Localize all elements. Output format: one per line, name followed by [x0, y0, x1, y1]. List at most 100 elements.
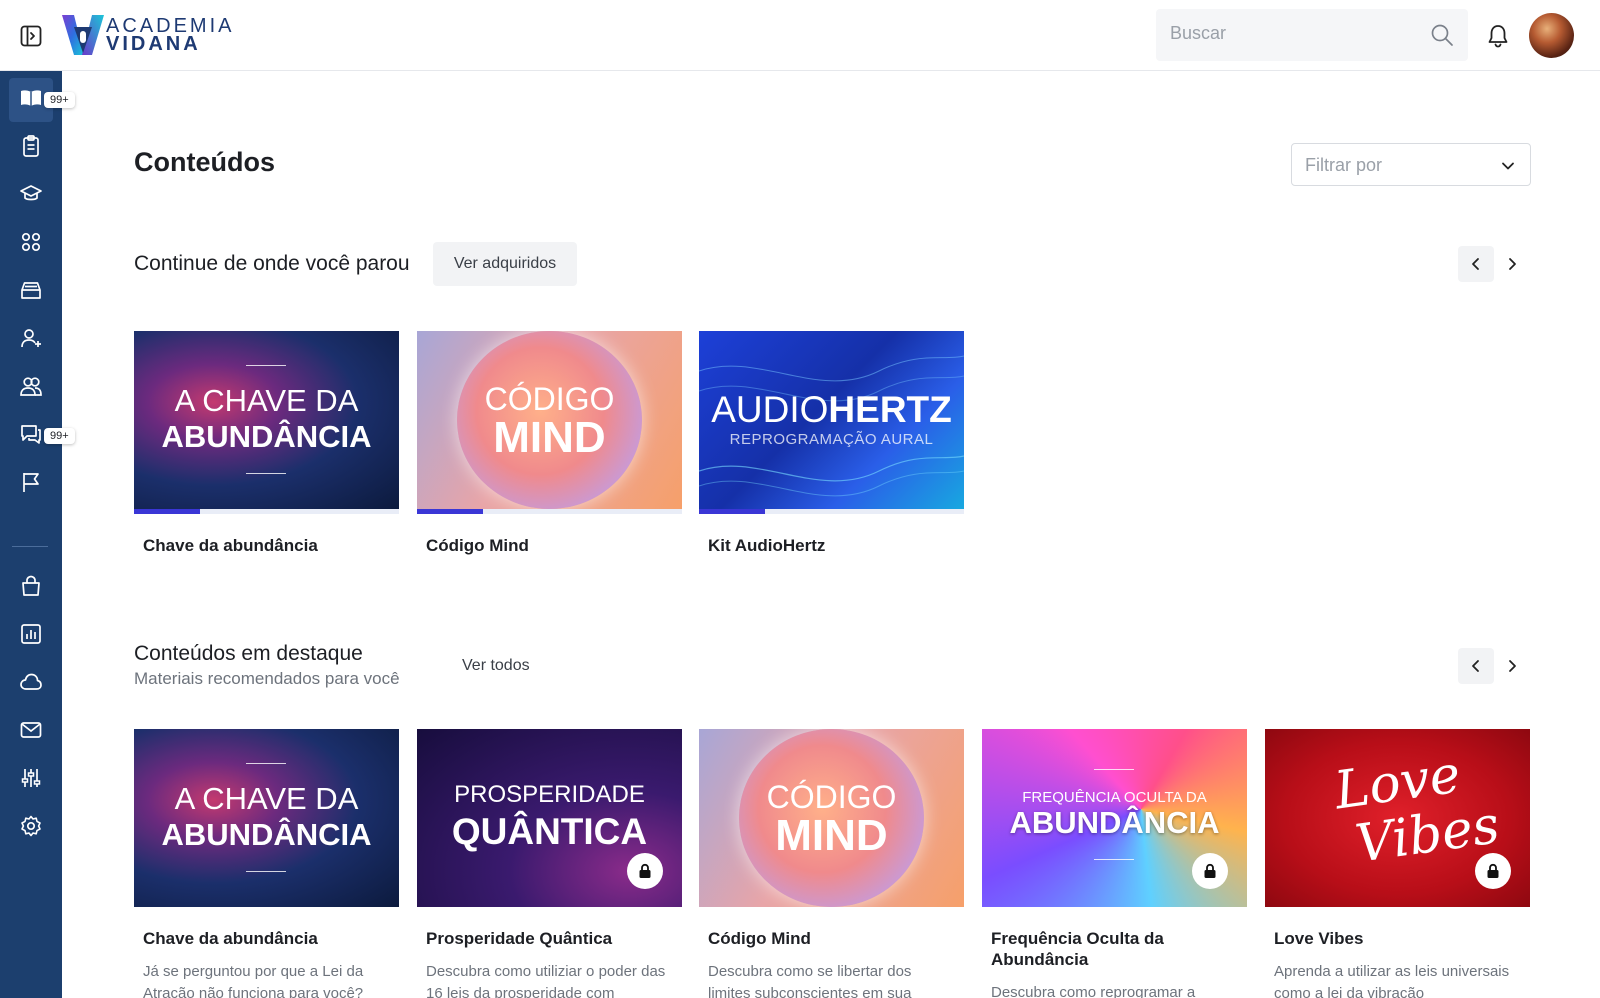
page-title: Conteúdos	[134, 147, 275, 177]
continue-card-mind[interactable]: CÓDIGO MIND Código Mind	[417, 331, 682, 556]
sidebar-item-add-user[interactable]	[9, 318, 53, 362]
card-title: Love Vibes	[1274, 929, 1364, 948]
sidebar-item-reports[interactable]	[9, 614, 53, 658]
lock-icon	[1475, 853, 1511, 889]
featured-card-love-vibes[interactable]: Love Vibes Love Vibes Aprenda a utilizar…	[1265, 729, 1530, 998]
search-input[interactable]	[1170, 23, 1410, 44]
lock-icon	[1192, 853, 1228, 889]
card-thumbnail: Love Vibes	[1265, 729, 1530, 907]
filter-select[interactable]: Filtrar por	[1291, 143, 1531, 186]
card-title: Código Mind	[426, 536, 529, 555]
thumbnail-title-line2: ABUNDÂNCIA	[1009, 805, 1220, 840]
card-thumbnail: AUDIOHERTZ REPROGRAMAÇÃO AURAL	[699, 331, 964, 509]
view-all-button[interactable]: Ver todos	[462, 657, 530, 675]
featured-prev-button[interactable]	[1458, 648, 1494, 684]
chevron-down-icon	[1502, 162, 1514, 170]
card-thumbnail: A CHAVE DA ABUNDÂNCIA	[134, 729, 399, 907]
sliders-icon	[19, 766, 43, 795]
thumbnail-title-line2: ABUNDÂNCIA	[161, 419, 372, 454]
filter-placeholder: Filtrar por	[1305, 155, 1383, 175]
sidebar-item-adjustments[interactable]	[9, 758, 53, 802]
sidebar-item-tasks[interactable]	[9, 126, 53, 170]
card-title: Frequência Oculta da Abundância	[991, 929, 1164, 969]
card-description: Aprenda a utilizar as leis universais co…	[1274, 963, 1510, 998]
continue-next-button[interactable]	[1494, 246, 1530, 282]
sidebar-item-courses[interactable]	[9, 174, 53, 218]
chevron-right-icon	[1509, 660, 1516, 672]
view-purchased-button[interactable]: Ver adquiridos	[433, 242, 577, 286]
featured-card-prosperidade[interactable]: PROSPERIDADE QUÂNTICA Prosperidade Quânt…	[417, 729, 682, 998]
card-title: Prosperidade Quântica	[426, 929, 613, 948]
featured-section-subtitle: Materiais recomendados para você	[134, 669, 400, 688]
book-open-icon	[19, 86, 43, 115]
card-description: Descubra como se libertar dos limites su…	[708, 963, 912, 998]
thumbnail-title-line1: A CHAVE DA	[174, 781, 359, 816]
card-thumbnail: FREQUÊNCIA OCULTA DA ABUNDÂNCIA	[982, 729, 1247, 907]
card-title: Código Mind	[708, 929, 811, 948]
sidebar-item-apps[interactable]	[9, 222, 53, 266]
top-header: ACADEMIA VIDANA	[0, 0, 1600, 71]
chevron-left-icon	[1472, 258, 1479, 270]
progress-bar	[134, 509, 399, 514]
thumbnail-title-line1: A CHAVE DA	[174, 383, 359, 418]
card-thumbnail: CÓDIGO MIND	[699, 729, 964, 907]
thumbnail-subtitle: REPROGRAMAÇÃO AURAL	[729, 431, 934, 448]
featured-card-chave[interactable]: A CHAVE DA ABUNDÂNCIA Chave da abundânci…	[134, 729, 399, 998]
thumbnail-title-line2: MIND	[775, 811, 888, 860]
sidebar-item-users[interactable]	[9, 366, 53, 410]
continue-card-chave[interactable]: A CHAVE DA ABUNDÂNCIA Chave da abundânci…	[134, 331, 399, 556]
contents-count-badge: 99+	[44, 92, 75, 108]
sidebar-item-mail[interactable]	[9, 710, 53, 754]
user-plus-icon	[19, 326, 43, 355]
logo-mark-icon	[62, 13, 104, 57]
clipboard-icon	[19, 134, 43, 163]
mail-icon	[19, 718, 43, 747]
sidebar-divider	[12, 546, 48, 547]
featured-card-mind[interactable]: CÓDIGO MIND Código Mind Descubra como se…	[699, 729, 964, 998]
card-thumbnail: CÓDIGO MIND	[417, 331, 682, 509]
sidebar-item-inbox[interactable]	[9, 270, 53, 314]
sidebar-item-cloud[interactable]	[9, 662, 53, 706]
continue-section-title: Continue de onde você parou	[134, 252, 410, 275]
thumbnail-title-line2: MIND	[493, 413, 606, 462]
thumbnail-title-part1: AUDIO	[711, 389, 829, 430]
featured-section-title: Conteúdos em destaque	[134, 642, 363, 665]
sidebar: 99+ 99+	[0, 71, 75, 998]
progress-bar	[417, 509, 682, 514]
search-icon[interactable]	[1430, 23, 1454, 47]
user-avatar[interactable]	[1529, 13, 1574, 58]
continue-prev-button[interactable]	[1458, 246, 1494, 282]
messages-count-badge: 99+	[44, 428, 75, 444]
card-thumbnail: PROSPERIDADE QUÂNTICA	[417, 729, 682, 907]
card-title: Chave da abundância	[143, 929, 318, 948]
search-box	[1156, 9, 1468, 61]
flag-icon	[19, 470, 43, 499]
chevron-left-icon	[1472, 660, 1479, 672]
shopping-bag-icon	[19, 574, 43, 603]
lock-icon	[627, 853, 663, 889]
thumbnail-title-line2: ABUNDÂNCIA	[161, 817, 372, 852]
sidebar-item-settings[interactable]	[9, 806, 53, 850]
bar-chart-icon	[19, 622, 43, 651]
featured-card-frequencia[interactable]: FREQUÊNCIA OCULTA DA ABUNDÂNCIA Frequênc…	[982, 729, 1247, 998]
notification-bell-icon[interactable]	[1486, 23, 1510, 49]
continue-card-audiohertz[interactable]: AUDIOHERTZ REPROGRAMAÇÃO AURAL Kit Audio…	[699, 331, 964, 556]
card-title: Kit AudioHertz	[708, 536, 826, 555]
apps-grid-icon	[19, 230, 43, 259]
chat-icon	[19, 422, 43, 451]
gear-icon	[19, 814, 43, 843]
sidebar-toggle-icon[interactable]	[20, 25, 42, 47]
featured-next-button[interactable]	[1494, 648, 1530, 684]
progress-bar	[699, 509, 964, 514]
cloud-icon	[19, 670, 43, 699]
card-description: Descubra como utiliziar o poder das 16 l…	[426, 963, 666, 998]
academia-vidana-logo[interactable]: ACADEMIA VIDANA	[62, 12, 234, 58]
users-icon	[19, 374, 43, 403]
thumbnail-title-line1: FREQUÊNCIA OCULTA DA	[1022, 789, 1207, 806]
thumbnail-title-line1: PROSPERIDADE	[454, 781, 645, 808]
inbox-tray-icon	[19, 278, 43, 307]
sidebar-item-goals[interactable]	[9, 462, 53, 506]
sidebar-item-store[interactable]	[9, 566, 53, 610]
chevron-right-icon	[1509, 258, 1516, 270]
card-thumbnail: A CHAVE DA ABUNDÂNCIA	[134, 331, 399, 509]
